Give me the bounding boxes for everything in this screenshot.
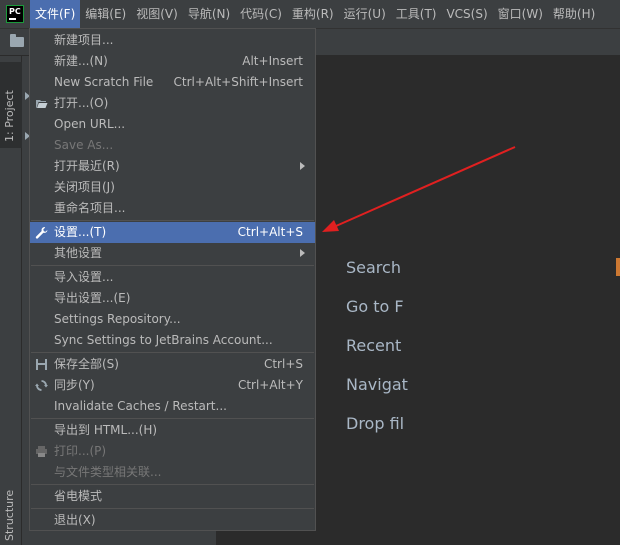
annotation-arrow — [322, 146, 516, 232]
